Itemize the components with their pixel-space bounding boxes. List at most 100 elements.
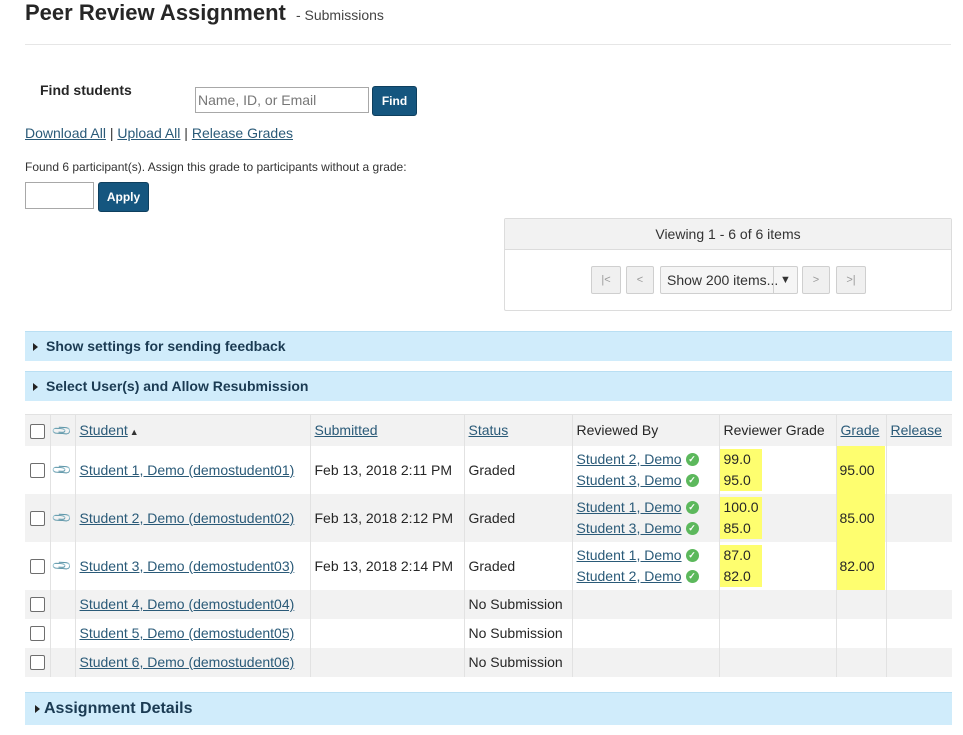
sort-ascending-icon: ▲ <box>129 427 139 438</box>
assignment-details-toggle[interactable]: Assignment Details <box>25 692 952 725</box>
student-link[interactable]: Student 6, Demo (demostudent06) <box>80 654 295 670</box>
student-link[interactable]: Student 1, Demo (demostudent01) <box>80 462 295 478</box>
reviewer-entry: Student 3, Demo ✓ <box>577 470 719 491</box>
sort-by-student-link[interactable]: Student <box>80 422 128 438</box>
previous-page-button[interactable]: < <box>626 266 654 294</box>
allow-resubmission-toggle[interactable]: Select User(s) and Allow Resubmission <box>25 371 952 401</box>
row-checkbox-cell <box>25 446 50 494</box>
grade-cell <box>835 618 886 648</box>
row-select-checkbox[interactable] <box>29 597 45 613</box>
student-link[interactable]: Student 2, Demo (demostudent02) <box>80 510 295 526</box>
apply-button[interactable]: Apply <box>98 182 149 212</box>
reviewer-link[interactable]: Student 3, Demo <box>577 472 682 488</box>
paperclip-icon[interactable]: 📎 <box>51 507 74 530</box>
table-row: Student 6, Demo (demostudent06) No Submi… <box>25 647 952 677</box>
find-students-input[interactable] <box>195 87 369 113</box>
row-select-checkbox[interactable] <box>29 626 45 642</box>
grade-cell <box>835 589 886 619</box>
row-select-checkbox[interactable] <box>29 510 45 526</box>
student-link[interactable]: Student 3, Demo (demostudent03) <box>80 558 295 574</box>
reviewed-by-cell <box>571 618 719 648</box>
reviewer-link[interactable]: Student 2, Demo <box>577 568 682 584</box>
reviewer-link[interactable]: Student 2, Demo <box>577 451 682 467</box>
attachment-column-header: 📎 <box>49 414 75 446</box>
release-grades-link[interactable]: Release Grades <box>192 125 293 141</box>
sort-by-grade-link[interactable]: Grade <box>841 422 880 438</box>
caret-right-icon <box>33 343 38 352</box>
student-cell: Student 4, Demo (demostudent04) <box>74 589 310 619</box>
first-page-button[interactable]: |< <box>591 266 621 294</box>
table-row: 📎 Student 3, Demo (demostudent03) Feb 13… <box>25 541 952 590</box>
student-link[interactable]: Student 5, Demo (demostudent05) <box>80 625 295 641</box>
grade-cell: 95.00 <box>835 445 886 494</box>
student-cell: Student 6, Demo (demostudent06) <box>74 647 310 677</box>
find-students-label: Find students <box>40 82 132 98</box>
last-page-button[interactable]: >| <box>836 266 866 294</box>
page-header: Peer Review Assignment - Submissions <box>25 0 951 45</box>
release-cell <box>885 445 952 494</box>
reviewed-by-cell: Student 1, Demo ✓ Student 2, Demo ✓ <box>571 541 719 590</box>
reviewer-grade-value: 82.0 <box>723 567 751 584</box>
grade-cell: 82.00 <box>835 541 886 590</box>
reviewer-link[interactable]: Student 1, Demo <box>577 499 682 515</box>
grade-cell: 85.00 <box>835 493 886 542</box>
submitted-cell: Feb 13, 2018 2:11 PM <box>309 445 464 494</box>
status-cell: Graded <box>463 493 572 542</box>
row-select-checkbox[interactable] <box>29 558 45 574</box>
reviewer-link[interactable]: Student 3, Demo <box>577 520 682 536</box>
viewing-count: Viewing 1 - 6 of 6 items <box>505 219 951 250</box>
grade-column-header: Grade <box>835 414 886 446</box>
reviewer-grade-cell: 87.0 82.0 <box>718 541 836 590</box>
student-cell: Student 5, Demo (demostudent05) <box>74 618 310 648</box>
default-grade-input[interactable] <box>25 182 94 209</box>
reviewer-grade-value: 87.0 <box>723 546 751 563</box>
find-button[interactable]: Find <box>372 86 417 116</box>
check-circle-icon: ✓ <box>685 474 699 488</box>
reviewed-by-column-header: Reviewed By <box>571 414 719 446</box>
check-circle-icon: ✓ <box>685 501 699 515</box>
row-select-checkbox[interactable] <box>29 462 45 478</box>
paperclip-icon[interactable]: 📎 <box>51 459 74 482</box>
separator: | <box>109 125 114 141</box>
reviewer-link[interactable]: Student 1, Demo <box>577 547 682 563</box>
page-size-select[interactable]: Show 200 items... ▼ <box>660 266 798 294</box>
sort-by-status-link[interactable]: Status <box>469 422 509 438</box>
select-all-checkbox[interactable] <box>29 423 45 439</box>
download-all-link[interactable]: Download All <box>25 125 106 141</box>
student-column-header: Student ▲ <box>74 414 310 446</box>
reviewed-by-cell <box>571 589 719 619</box>
page-title-text: Peer Review Assignment <box>25 0 286 25</box>
reviewed-by-cell: Student 2, Demo ✓ Student 3, Demo ✓ <box>571 445 719 494</box>
upload-all-link[interactable]: Upload All <box>117 125 180 141</box>
next-page-button[interactable]: > <box>802 266 830 294</box>
row-checkbox-cell <box>25 590 50 619</box>
reviewer-grade-value: 95.0 <box>723 471 751 488</box>
reviewer-grade-cell: 99.0 95.0 <box>718 445 836 494</box>
pager: Viewing 1 - 6 of 6 items |< < Show 200 i… <box>504 218 952 311</box>
table-row: Student 5, Demo (demostudent05) No Submi… <box>25 618 952 648</box>
table-row: Student 4, Demo (demostudent04) No Submi… <box>25 589 952 619</box>
row-select-checkbox[interactable] <box>29 655 45 671</box>
attachment-cell: 📎 <box>49 541 75 590</box>
submitted-cell <box>309 618 464 648</box>
reviewer-grade-value: 99.0 <box>723 450 751 467</box>
status-cell: No Submission <box>463 589 572 619</box>
page-size-value: Show 200 items... <box>667 272 779 288</box>
check-circle-icon: ✓ <box>685 549 699 563</box>
sort-by-submitted-link[interactable]: Submitted <box>315 422 378 438</box>
reviewer-entry: Student 2, Demo ✓ <box>577 566 719 587</box>
reviewer-entry: Student 1, Demo ✓ <box>577 545 719 566</box>
found-participants-text: Found 6 participant(s). Assign this grad… <box>25 160 407 174</box>
reviewer-grade-highlight: 99.0 95.0 <box>719 448 762 491</box>
attachment-cell: 📎 <box>49 445 75 494</box>
feedback-settings-toggle[interactable]: Show settings for sending feedback <box>25 331 952 361</box>
sort-by-release-link[interactable]: Release <box>891 422 942 438</box>
attachment-cell <box>49 647 75 677</box>
release-cell <box>885 493 952 542</box>
paperclip-icon[interactable]: 📎 <box>51 555 74 578</box>
reviewer-grade-value: 85.0 <box>723 519 751 536</box>
release-column-header: Release <box>885 414 952 446</box>
student-link[interactable]: Student 4, Demo (demostudent04) <box>80 596 295 612</box>
check-circle-icon: ✓ <box>685 522 699 536</box>
separator: | <box>184 125 188 141</box>
